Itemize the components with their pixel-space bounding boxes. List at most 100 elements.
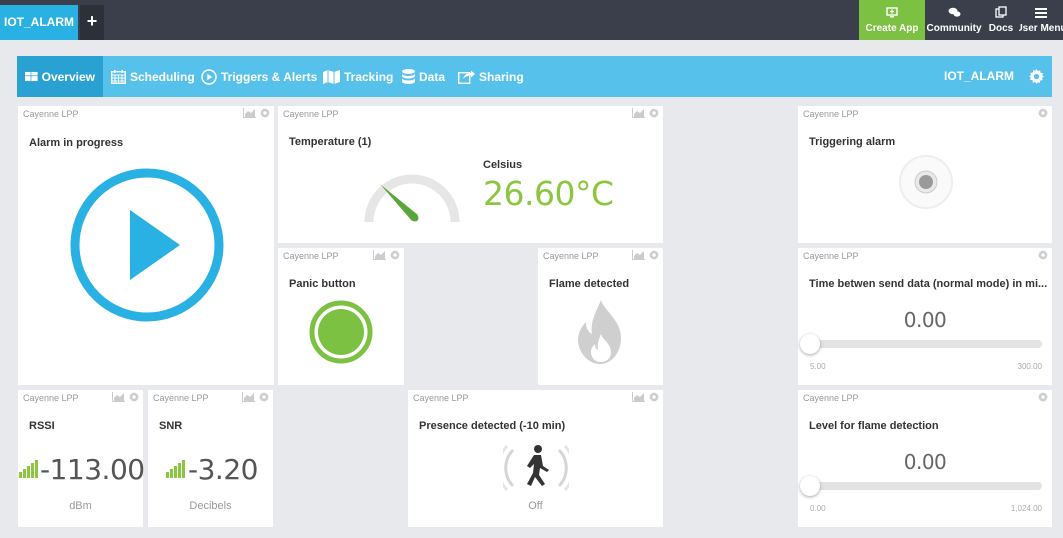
- widget-title: Time betwen send data (normal mode) in m…: [809, 278, 1048, 290]
- widget-title: Triggering alarm: [809, 136, 896, 148]
- project-settings-gear-icon[interactable]: [1029, 69, 1044, 84]
- docs-label: Docs: [988, 23, 1014, 34]
- user-menu-button[interactable]: User Menu: [1019, 0, 1063, 40]
- slider-track[interactable]: [808, 482, 1042, 490]
- slider-max-label: 1,024.00: [1010, 504, 1042, 513]
- project-nav: Overview Scheduling Triggers & Alerts Tr…: [17, 56, 1052, 97]
- widget-title: SNR: [159, 420, 183, 432]
- widget-source: Cayenne LPP: [543, 251, 599, 261]
- widget-source: Cayenne LPP: [803, 109, 859, 119]
- slider-handle[interactable]: [800, 476, 820, 496]
- tab-sharing-label: Sharing: [479, 69, 524, 84]
- docs-button[interactable]: Docs: [983, 0, 1019, 40]
- widget-title: Presence detected (-10 min): [419, 420, 566, 432]
- chart-icon[interactable]: [242, 392, 255, 402]
- tab-sharing[interactable]: Sharing: [458, 56, 524, 97]
- widget-source: Cayenne LPP: [153, 393, 209, 403]
- chart-icon[interactable]: [632, 392, 645, 402]
- add-project-button[interactable]: +: [80, 5, 104, 40]
- widget-title: Level for flame detection: [809, 420, 939, 432]
- widget-snr: Cayenne LPP SNR -3.20 Decibels: [148, 390, 273, 527]
- widget-header: Cayenne LPP: [278, 248, 404, 265]
- slider-handle[interactable]: [800, 334, 820, 354]
- widget-source: Cayenne LPP: [283, 109, 339, 119]
- flame-icon: [578, 300, 621, 364]
- widget-flame-detected: Cayenne LPP Flame detected: [538, 248, 663, 385]
- slider-value: 0.00: [903, 450, 947, 474]
- snr-unit: Decibels: [189, 500, 232, 512]
- community-button[interactable]: Community: [925, 0, 983, 40]
- tab-tracking[interactable]: Tracking: [323, 56, 393, 97]
- rssi-unit: dBm: [69, 500, 92, 512]
- play-circle-icon: [201, 68, 217, 85]
- widget-title: Alarm in progress: [29, 137, 124, 149]
- widget-flame-level: Cayenne LPP Level for flame detection 0.…: [798, 390, 1052, 527]
- gear-icon[interactable]: [390, 250, 400, 260]
- project-name: IOT_ALARM: [944, 69, 1014, 83]
- play-button-icon[interactable]: [68, 166, 226, 324]
- rssi-value: -113.00: [40, 453, 145, 486]
- widget-source: Cayenne LPP: [803, 251, 859, 261]
- create-app-icon: [886, 6, 898, 20]
- widget-header: Cayenne LPP: [538, 248, 663, 265]
- gear-icon[interactable]: [1038, 392, 1048, 402]
- chart-icon[interactable]: [632, 108, 645, 118]
- slider-track[interactable]: [808, 340, 1042, 348]
- widget-header: Cayenne LPP: [798, 248, 1052, 265]
- create-app-button[interactable]: Create App: [859, 0, 925, 40]
- tab-scheduling[interactable]: Scheduling: [111, 56, 195, 97]
- gear-icon[interactable]: [1038, 250, 1048, 260]
- motion-sensor-person-icon: [503, 444, 569, 492]
- widget-title: Flame detected: [549, 278, 630, 290]
- overview-icon: [25, 71, 38, 82]
- tab-data-label: Data: [419, 69, 446, 84]
- chart-icon[interactable]: [632, 250, 645, 260]
- widget-title: Panic button: [289, 278, 356, 290]
- widget-header: Cayenne LPP: [18, 106, 274, 123]
- presence-state: Off: [528, 500, 543, 512]
- gear-icon[interactable]: [649, 108, 659, 118]
- community-label: Community: [926, 22, 982, 34]
- widget-header: Cayenne LPP: [148, 390, 273, 407]
- temperature-value: 26.60°C: [483, 174, 614, 213]
- widget-triggering-alarm: Cayenne LPP Triggering alarm: [798, 106, 1052, 243]
- widget-source: Cayenne LPP: [23, 109, 79, 119]
- widget-header: Cayenne LPP: [18, 390, 143, 407]
- create-app-label: Create App: [865, 22, 919, 34]
- widget-header: Cayenne LPP: [408, 390, 663, 407]
- tab-overview[interactable]: Overview: [17, 56, 103, 97]
- gear-icon[interactable]: [649, 250, 659, 260]
- slider-value: 0.00: [903, 308, 947, 332]
- gear-icon[interactable]: [129, 392, 139, 402]
- tab-scheduling-label: Scheduling: [130, 69, 195, 84]
- signal-strength-icon: [166, 460, 185, 478]
- calendar-icon: [111, 69, 126, 84]
- database-icon: [402, 69, 415, 84]
- gear-icon[interactable]: [1038, 108, 1048, 118]
- tab-tracking-label: Tracking: [344, 69, 394, 84]
- widget-source: Cayenne LPP: [283, 251, 339, 261]
- map-icon: [323, 69, 340, 84]
- chart-icon[interactable]: [373, 250, 386, 260]
- widget-presence-detected: Cayenne LPP Presence detected (-10 min) …: [408, 390, 663, 527]
- project-tab[interactable]: IOT_ALARM: [0, 5, 78, 40]
- temperature-unit-label: Celsius: [483, 159, 523, 171]
- docs-icon: [995, 6, 1007, 20]
- signal-strength-icon: [19, 460, 38, 478]
- chart-icon[interactable]: [112, 392, 125, 402]
- widget-header: Cayenne LPP: [798, 106, 1052, 123]
- widget-alarm-in-progress: Cayenne LPP Alarm in progress: [18, 106, 274, 385]
- widget-source: Cayenne LPP: [413, 393, 469, 403]
- temperature-gauge: [364, 174, 460, 223]
- gear-icon[interactable]: [649, 392, 659, 402]
- tab-data[interactable]: Data: [402, 56, 445, 97]
- gear-icon[interactable]: [260, 108, 270, 118]
- widget-time-between-send: Cayenne LPP Time betwen send data (norma…: [798, 248, 1052, 385]
- top-right-actions: Create App Community Docs User Menu: [859, 0, 1063, 40]
- widget-panic-button: Cayenne LPP Panic button: [278, 248, 404, 385]
- chart-icon[interactable]: [243, 108, 256, 118]
- gear-icon[interactable]: [259, 392, 269, 402]
- trigger-button-icon[interactable]: [898, 154, 954, 210]
- tab-triggers-alerts[interactable]: Triggers & Alerts: [201, 56, 317, 97]
- widget-header: Cayenne LPP: [278, 106, 663, 123]
